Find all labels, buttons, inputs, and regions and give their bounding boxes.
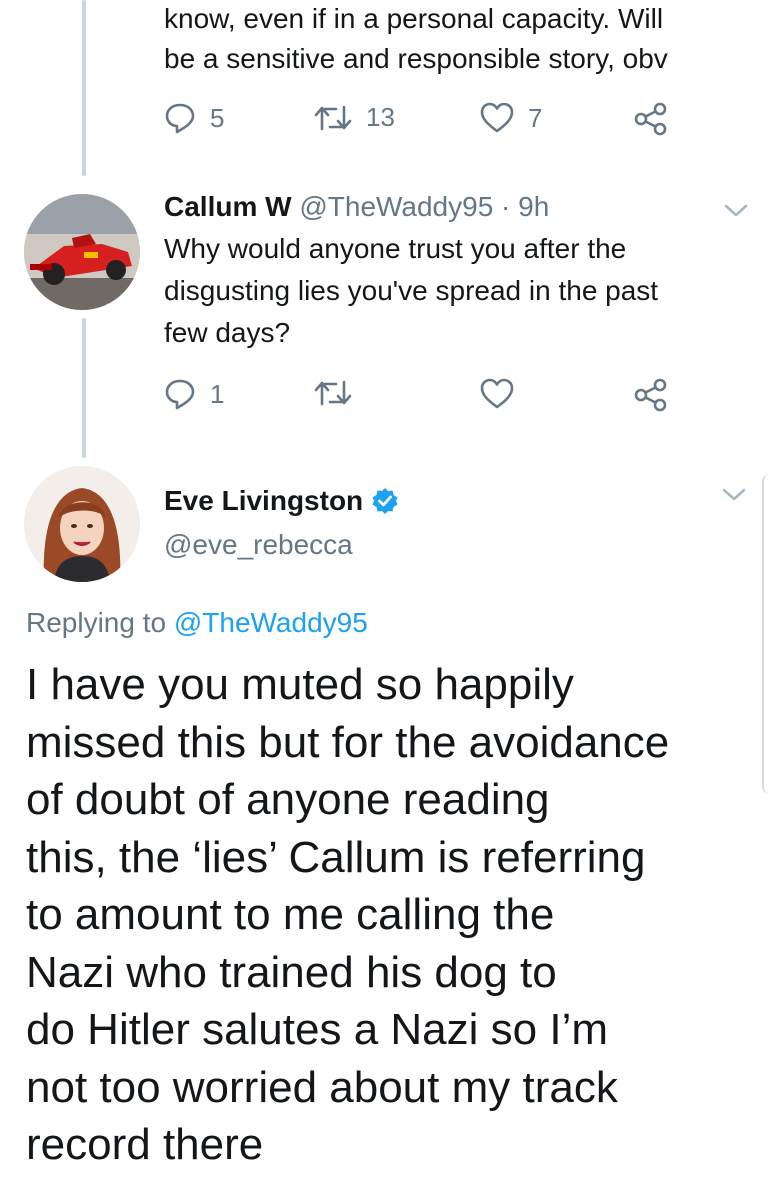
like-count: 7 [528, 102, 543, 133]
main-tweet-line: Nazi who trained his dog to [26, 947, 557, 997]
author-name[interactable]: Callum W [164, 191, 292, 222]
main-tweet-line: missed this but for the avoidance [26, 717, 670, 767]
replying-to-line: Replying to @TheWaddy95 [26, 606, 368, 640]
verified-badge-icon [372, 488, 398, 514]
author-handle[interactable]: @TheWaddy95 [299, 191, 493, 222]
share-icon [634, 102, 667, 136]
tweet-header: Callum W @TheWaddy95 · 9h [164, 190, 549, 224]
retweet-count: 13 [366, 102, 395, 132]
main-tweet-line: to amount to me calling the [26, 890, 555, 939]
share-button[interactable] [634, 102, 668, 136]
scrollbar[interactable] [762, 474, 770, 794]
like-icon [480, 102, 514, 133]
retweet-icon [314, 105, 352, 130]
replying-to-link[interactable]: @TheWaddy95 [174, 607, 368, 638]
main-tweet-line: of doubt of anyone reading [26, 775, 550, 824]
tweet-timestamp[interactable]: 9h [518, 191, 549, 222]
main-tweet-line: record there [26, 1120, 264, 1169]
like-button[interactable]: 7 [480, 102, 542, 134]
thread-line-top [82, 0, 86, 176]
reply-button[interactable]: 5 [164, 102, 224, 134]
reply-button[interactable]: 1 [164, 378, 224, 410]
main-tweet-line: not too worried about my track [26, 1062, 618, 1112]
tweet-text-line: Why would anyone trust you after the [164, 233, 627, 264]
avatar-callum[interactable] [24, 194, 140, 310]
tweet-text-line: disgusting lies you've spread in the pas… [164, 275, 659, 306]
main-tweet-line: I have you muted so happily [26, 660, 574, 709]
reply-icon [165, 379, 195, 410]
chevron-down-icon[interactable] [722, 200, 750, 220]
reply-count: 1 [210, 378, 225, 409]
avatar-eve[interactable] [24, 466, 140, 582]
author-name[interactable]: Eve Livingston [164, 484, 363, 518]
tweet-actions: 1 [160, 378, 680, 422]
thread-line-middle [82, 318, 86, 458]
main-tweet-line: do Hitler salutes a Nazi so I’m [26, 1005, 608, 1054]
share-button[interactable] [634, 378, 668, 412]
tweet-text-line: few days? [164, 317, 291, 348]
retweet-button[interactable]: 13 [314, 102, 395, 133]
like-icon [480, 378, 514, 409]
main-tweet-body: I have you muted so happily missed this … [26, 656, 746, 1174]
retweet-icon [314, 380, 352, 406]
tweet-text-line: be a sensitive and responsible story, ob… [164, 43, 668, 74]
author-header: Eve Livingston [164, 484, 399, 518]
reply-count: 5 [210, 102, 225, 133]
chevron-down-icon[interactable] [720, 484, 748, 504]
race-car-avatar-image [24, 194, 140, 310]
tweet-text-line: know, even if in a personal capacity. Wi… [164, 3, 664, 34]
retweet-button[interactable] [314, 378, 352, 408]
time-separator: · [493, 191, 519, 222]
share-icon [634, 378, 667, 412]
like-button[interactable] [480, 378, 514, 410]
main-tweet-line: this, the ‘lies’ Callum is referring [26, 832, 646, 882]
reply-icon [165, 103, 195, 134]
profile-photo-avatar-image [24, 466, 140, 582]
replying-to-label: Replying to [26, 607, 174, 638]
author-handle[interactable]: @eve_rebecca [164, 528, 353, 562]
tweet-actions: 5 13 7 [160, 102, 680, 146]
